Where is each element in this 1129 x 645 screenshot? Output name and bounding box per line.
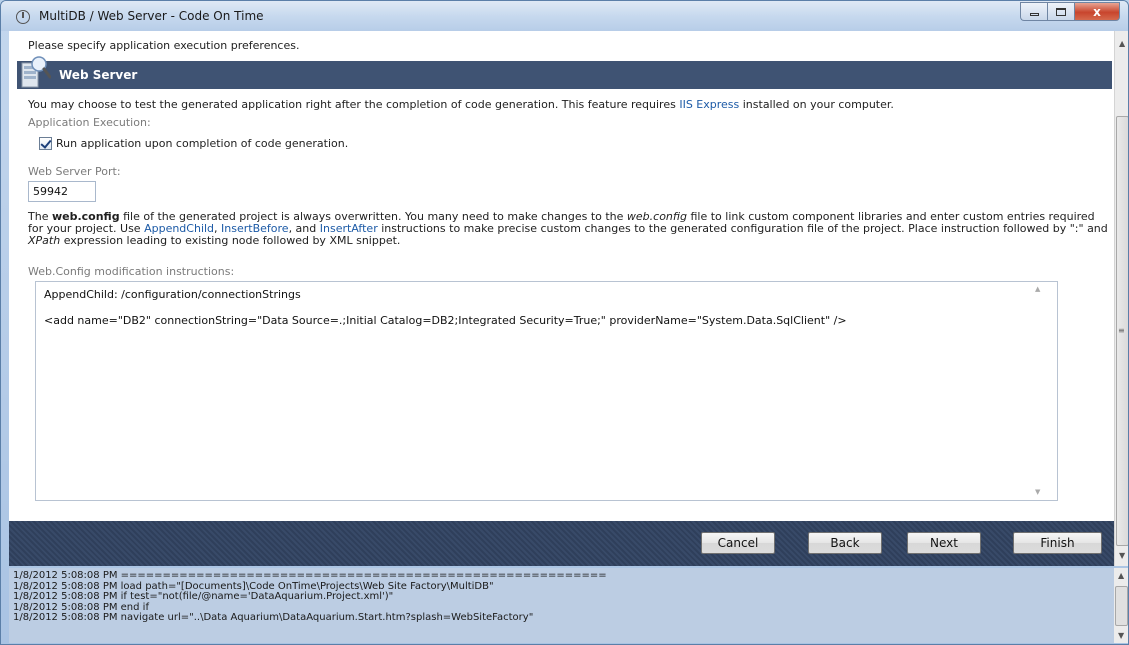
window-title: MultiDB / Web Server - Code On Time — [39, 9, 264, 23]
cancel-button[interactable]: Cancel — [701, 532, 775, 554]
log-line: 1/8/2012 5:08:08 PM ====================… — [13, 570, 607, 581]
scroll-up-icon[interactable]: ▲ — [1035, 285, 1040, 293]
log-line: 1/8/2012 5:08:08 PM if test="not(file/@n… — [13, 591, 394, 602]
scroll-down-icon[interactable]: ▼ — [1119, 551, 1125, 560]
section-title: Web Server — [59, 68, 138, 82]
web-server-port-label: Web Server Port: — [28, 165, 121, 178]
minimize-button[interactable] — [1020, 2, 1047, 21]
log-output: 1/8/2012 5:08:08 PM ====================… — [9, 568, 1114, 643]
intro-text-part: installed on your computer. — [739, 98, 894, 111]
textarea-scrollbar[interactable]: ▲ ▼ — [1033, 283, 1047, 498]
log-line: 1/8/2012 5:08:08 PM navigate url="..\Dat… — [13, 612, 534, 623]
scrollbar-thumb[interactable] — [1115, 586, 1128, 626]
wizard-page: Please specify application execution pre… — [9, 31, 1114, 566]
finish-button[interactable]: Finish — [1013, 532, 1102, 554]
web-server-icon — [21, 56, 51, 88]
title-bar[interactable]: MultiDB / Web Server - Code On Time x — [1, 1, 1128, 31]
webconfig-description: The web.config file of the generated pro… — [28, 211, 1108, 247]
close-button[interactable]: x — [1074, 2, 1120, 21]
app-window: MultiDB / Web Server - Code On Time x Pl… — [0, 0, 1129, 645]
scroll-down-icon[interactable]: ▼ — [1118, 631, 1124, 640]
timer-icon — [16, 10, 30, 24]
webconfig-instructions-label: Web.Config modification instructions: — [28, 265, 235, 278]
web-server-port-input[interactable] — [28, 181, 96, 202]
page-scrollbar[interactable]: ▲ ≡ ▼ — [1114, 31, 1128, 566]
scroll-down-icon[interactable]: ▼ — [1035, 488, 1040, 496]
back-button[interactable]: Back — [808, 532, 882, 554]
close-icon: x — [1093, 4, 1101, 19]
para-text: expression leading to existing node foll… — [60, 234, 401, 247]
section-header: Web Server — [17, 56, 1112, 89]
log-scrollbar[interactable]: ▲ ▼ — [1114, 568, 1128, 643]
maximize-button[interactable] — [1047, 2, 1074, 21]
run-application-checkbox[interactable] — [39, 137, 52, 150]
para-text: instructions to make precise custom chan… — [377, 222, 1108, 235]
wizard-button-bar: Cancel Back Next Finish — [9, 521, 1114, 566]
page-instructions: Please specify application execution pre… — [28, 39, 300, 52]
minimize-icon — [1029, 13, 1039, 16]
run-application-label: Run application upon completion of code … — [56, 137, 349, 150]
maximize-icon — [1056, 7, 1066, 16]
intro-text: You may choose to test the generated app… — [28, 98, 894, 111]
iis-express-link[interactable]: IIS Express — [679, 98, 739, 111]
next-button[interactable]: Next — [907, 532, 981, 554]
grip-icon: ≡ — [1118, 326, 1125, 335]
webconfig-instructions-textarea[interactable]: AppendChild: /configuration/connectionSt… — [35, 281, 1058, 501]
para-italic: XPath — [28, 234, 61, 247]
intro-text-part: You may choose to test the generated app… — [28, 98, 680, 111]
application-execution-label: Application Execution: — [28, 116, 151, 129]
scroll-up-icon[interactable]: ▲ — [1118, 571, 1124, 580]
scroll-up-icon[interactable]: ▲ — [1119, 39, 1125, 48]
run-application-option[interactable]: Run application upon completion of code … — [39, 137, 348, 150]
window-controls: x — [1020, 2, 1120, 22]
